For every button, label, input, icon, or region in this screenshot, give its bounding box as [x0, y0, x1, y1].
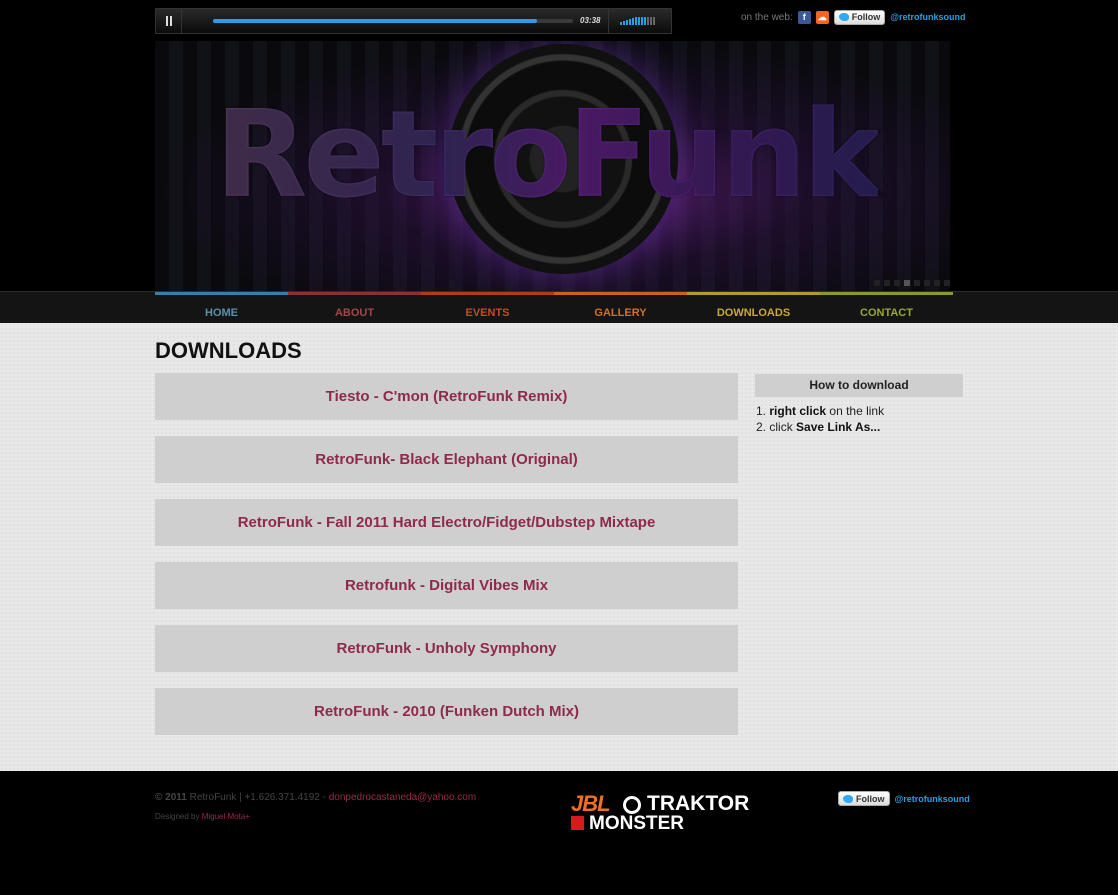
- main-nav: HOME ABOUT EVENTS GALLERY DOWNLOADS CONT…: [155, 292, 953, 324]
- volume-bar: [647, 17, 649, 25]
- traktor-disc-icon: [623, 796, 641, 814]
- download-list: Tiesto - C'mon (RetroFunk Remix) RetroFu…: [155, 373, 738, 751]
- slider-dots: [874, 280, 950, 286]
- social-links: on the web: f ☁ Follow @retrofunksound: [741, 9, 966, 25]
- twitter-bird-icon: [838, 13, 849, 21]
- volume-slider[interactable]: [620, 17, 660, 25]
- step-2-number: 2.: [756, 420, 767, 434]
- volume-bar: [644, 17, 646, 25]
- player-divider: [181, 9, 182, 33]
- nav-downloads[interactable]: DOWNLOADS: [687, 292, 820, 324]
- nav-contact[interactable]: CONTACT: [820, 292, 953, 324]
- slider-dot[interactable]: [904, 280, 910, 286]
- step-1-text: on the link: [829, 404, 885, 418]
- nav-gallery[interactable]: GALLERY: [554, 292, 687, 324]
- twitter-handle-link[interactable]: @retrofunksound: [895, 794, 970, 804]
- download-link[interactable]: RetroFunk - Unholy Symphony: [155, 625, 738, 672]
- step-2: 2. click Save Link As...: [756, 419, 963, 435]
- sponsor-logos: JBL TRAKTOR MONSTER: [571, 791, 771, 836]
- slider-dot[interactable]: [914, 280, 920, 286]
- hero-banner: RetroFunk: [155, 41, 950, 291]
- step-1-action: right click: [769, 404, 827, 418]
- how-to-steps: 1. right click on the link 2. click Save…: [755, 403, 963, 435]
- soundcloud-icon[interactable]: ☁: [815, 10, 829, 24]
- progress-fill: [213, 19, 537, 23]
- designed-by-label: Designed by: [155, 812, 200, 821]
- twitter-follow-button[interactable]: Follow: [838, 791, 890, 806]
- copyright-year: © 2011: [155, 792, 187, 803]
- volume-bar: [650, 17, 652, 25]
- footer: © 2011 RetroFunk | +1.626.371.4192 - don…: [0, 771, 1118, 895]
- volume-bar: [629, 19, 631, 25]
- page-title: DOWNLOADS: [155, 338, 302, 363]
- social-label: on the web:: [741, 11, 793, 23]
- design-credit: Designed by Miguel Mota+: [155, 812, 250, 821]
- volume-bar: [635, 17, 637, 25]
- step-1-number: 1.: [756, 404, 767, 418]
- designer-link[interactable]: Miguel Mota+: [202, 812, 250, 821]
- slider-dot[interactable]: [944, 280, 950, 286]
- player-divider: [608, 9, 609, 33]
- copyright-line: © 2011 RetroFunk | +1.626.371.4192 - don…: [155, 792, 476, 803]
- email-link[interactable]: donpedrocastaneda@yahoo.com: [329, 792, 476, 803]
- step-2-text: click: [769, 420, 793, 434]
- progress-bar[interactable]: [213, 19, 573, 23]
- volume-bar: [632, 18, 634, 25]
- download-link[interactable]: RetroFunk - Fall 2011 Hard Electro/Fidge…: [155, 499, 738, 546]
- follow-label: Follow: [851, 12, 881, 22]
- volume-bar: [653, 17, 655, 25]
- retrofunk-logo: RetroFunk: [215, 86, 882, 225]
- how-to-title: How to download: [755, 374, 963, 397]
- twitter-handle-link[interactable]: @retrofunksound: [890, 12, 965, 22]
- slider-dot[interactable]: [884, 280, 890, 286]
- step-1: 1. right click on the link: [756, 403, 963, 419]
- download-link[interactable]: Tiesto - C'mon (RetroFunk Remix): [155, 373, 738, 420]
- contact-info: RetroFunk | +1.626.371.4192 -: [189, 792, 326, 803]
- twitter-bird-icon: [843, 794, 853, 803]
- volume-bar: [638, 17, 640, 25]
- slider-dot[interactable]: [934, 280, 940, 286]
- audio-player: 03:38: [155, 8, 672, 34]
- download-link[interactable]: RetroFunk - 2010 (Funken Dutch Mix): [155, 688, 738, 735]
- navigation-bar: HOME ABOUT EVENTS GALLERY DOWNLOADS CONT…: [0, 291, 1118, 323]
- main-content: DOWNLOADS Tiesto - C'mon (RetroFunk Remi…: [0, 323, 1118, 771]
- monster-m-icon: [571, 816, 584, 830]
- follow-label: Follow: [856, 793, 885, 804]
- player-time: 03:38: [580, 16, 601, 25]
- volume-bar: [620, 22, 622, 25]
- download-link[interactable]: RetroFunk- Black Elephant (Original): [155, 436, 738, 483]
- step-2-action: Save Link As...: [796, 420, 881, 434]
- facebook-icon[interactable]: f: [797, 10, 811, 24]
- pause-icon[interactable]: [166, 16, 172, 26]
- nav-home[interactable]: HOME: [155, 292, 288, 324]
- slider-dot[interactable]: [894, 280, 900, 286]
- slider-dot[interactable]: [924, 280, 930, 286]
- volume-bar: [623, 21, 625, 25]
- twitter-follow-button[interactable]: Follow: [833, 9, 886, 25]
- nav-about[interactable]: ABOUT: [288, 292, 421, 324]
- footer-social: Follow @retrofunksound: [838, 791, 970, 806]
- nav-events[interactable]: EVENTS: [421, 292, 554, 324]
- volume-bar: [626, 20, 628, 25]
- monster-logo: MONSTER: [589, 813, 684, 834]
- volume-bar: [641, 17, 643, 25]
- slider-dot[interactable]: [874, 280, 880, 286]
- download-link[interactable]: Retrofunk - Digital Vibes Mix: [155, 562, 738, 609]
- how-to-download-box: How to download 1. right click on the li…: [755, 374, 963, 435]
